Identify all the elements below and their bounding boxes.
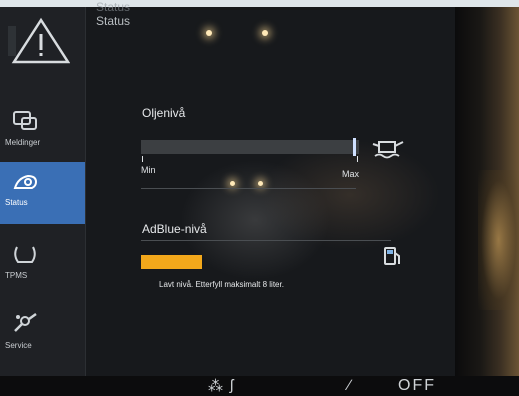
ceiling-light-reflection	[262, 30, 268, 36]
sidebar-item-label: Status	[5, 198, 28, 207]
tire-pressure-icon	[10, 239, 40, 269]
off-button[interactable]: OFF	[398, 377, 436, 395]
adblue-level-bar	[141, 255, 202, 269]
adblue-level-title: AdBlue-nivå	[142, 222, 207, 236]
ceiling-light-reflection	[230, 181, 235, 186]
min-tick	[142, 156, 143, 162]
sidebar-item-service[interactable]: Service	[0, 305, 85, 367]
ceiling-light-reflection	[206, 30, 212, 36]
oil-level-marker	[352, 138, 356, 156]
adblue-warning-text: Lavt nivå. Etterfyll maksimalt 8 liter.	[159, 280, 284, 289]
oil-max-label: Max	[342, 169, 360, 179]
sidebar-item-status[interactable]: Status	[0, 162, 85, 224]
section-divider	[141, 240, 391, 241]
max-tick	[357, 156, 358, 162]
sidebar-item-label: Meldinger	[5, 138, 41, 147]
seat-icon[interactable]: ʃ	[230, 377, 235, 394]
background-light	[478, 170, 519, 310]
page-subtitle: Status	[96, 14, 131, 28]
message-icon	[10, 106, 40, 136]
oil-min-label: Min	[141, 165, 156, 175]
fuel-pump-icon	[381, 244, 405, 275]
warning-triangle-icon[interactable]	[8, 14, 71, 66]
oil-level-bar	[141, 140, 359, 154]
bottom-controls: ⁂ ʃ ∕ OFF	[200, 377, 460, 395]
sidebar-item-label: TPMS	[5, 271, 28, 280]
car-status-icon	[10, 166, 40, 196]
wrench-icon	[10, 309, 40, 339]
fan-icon[interactable]: ⁂	[208, 377, 225, 395]
ceiling-light-reflection	[258, 181, 263, 186]
screen-reflection	[260, 140, 440, 250]
sidebar-item-meldinger[interactable]: Meldinger	[0, 102, 85, 164]
oil-level-title: Oljenivå	[142, 106, 186, 120]
sidebar-item-label: Service	[5, 341, 32, 350]
sidebar: Meldinger Status TPMS Service	[0, 7, 86, 376]
top-strip	[0, 0, 519, 7]
defrost-icon[interactable]: ∕	[348, 377, 353, 394]
page-title: Status	[96, 0, 131, 14]
section-divider	[141, 188, 356, 189]
oil-can-icon	[371, 136, 405, 167]
sidebar-item-tpms[interactable]: TPMS	[0, 235, 85, 297]
